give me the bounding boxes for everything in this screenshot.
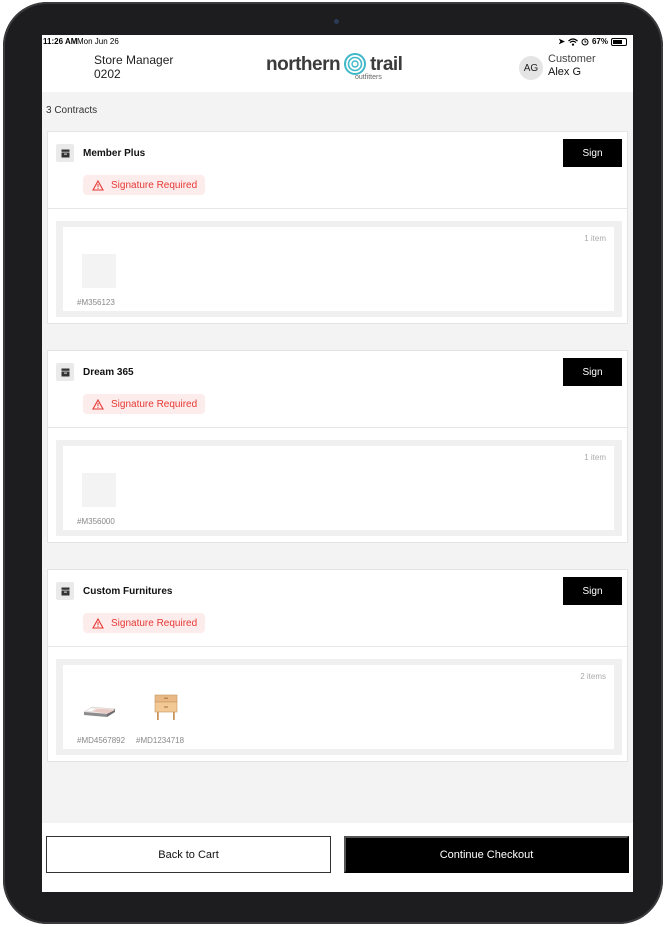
bed-icon[interactable] — [82, 692, 116, 726]
status-date: Mon Jun 26 — [77, 37, 119, 46]
item-count: 1 item — [584, 453, 606, 462]
status-badge: Signature Required — [83, 394, 206, 414]
header-bar: 11:26 AM Mon Jun 26 ➤ 67% Store Manager … — [42, 35, 633, 92]
nightstand-icon[interactable] — [149, 692, 183, 726]
back-to-cart-button[interactable]: Back to Cart — [46, 836, 331, 873]
store-id: 0202 — [94, 67, 121, 81]
status-time: 11:26 AM — [43, 37, 78, 46]
sign-button[interactable]: Sign — [563, 358, 622, 386]
sign-button[interactable]: Sign — [563, 577, 622, 605]
contract-doc-icon — [56, 582, 74, 600]
contract-header: Dream 365 Sign Signature Required — [48, 351, 627, 428]
continue-checkout-button[interactable]: Continue Checkout — [344, 836, 629, 873]
contract-items: 2 items #MD4567892 #MD1234718 — [48, 647, 627, 761]
store-info: Store Manager 0202 — [94, 53, 173, 81]
logo-ring-icon — [344, 53, 367, 75]
customer-role: Customer — [548, 53, 596, 65]
contract-doc-icon — [56, 363, 74, 381]
contract-title: Member Plus — [83, 148, 146, 159]
contracts-count: 3 Contracts — [46, 105, 98, 116]
items-inner: 2 items #MD4567892 #MD1234718 — [63, 665, 614, 749]
store-role: Store Manager — [94, 53, 174, 67]
customer-name: Alex G — [548, 66, 582, 78]
screen: 11:26 AM Mon Jun 26 ➤ 67% Store Manager … — [42, 35, 633, 892]
contract-items: 1 item #M356123 — [48, 209, 627, 323]
brand-logo: northern trail outfitters — [266, 53, 403, 83]
contract-card-member-plus: Member Plus Sign Signature Required 1 it… — [47, 131, 628, 324]
logo-subtitle: outfitters — [355, 74, 382, 81]
item-sku: #MD4567892 — [77, 736, 126, 745]
items-inner: 1 item #M356000 — [63, 446, 614, 530]
warning-icon — [92, 179, 104, 191]
item-count: 2 items — [580, 672, 606, 681]
contract-header: Custom Furnitures Sign Signature Require… — [48, 570, 627, 647]
tablet-frame: 11:26 AM Mon Jun 26 ➤ 67% Store Manager … — [3, 2, 663, 924]
status-right: ➤ 67% — [558, 37, 627, 46]
item-sku: #MD1234718 — [136, 736, 185, 745]
status-bar: 11:26 AM Mon Jun 26 ➤ 67% — [42, 37, 633, 49]
wifi-icon — [568, 37, 578, 46]
logo-word-trail: trail — [370, 54, 403, 75]
contract-title: Custom Furnitures — [83, 586, 173, 597]
items-panel: 2 items #MD4567892 #MD1234718 — [56, 659, 622, 755]
battery-icon — [611, 37, 627, 46]
warning-icon — [92, 617, 104, 629]
status-badge: Signature Required — [83, 613, 206, 633]
contract-doc-icon — [56, 144, 74, 162]
status-badge: Signature Required — [83, 175, 206, 195]
footer-bar: Back to Cart Continue Checkout — [42, 823, 633, 892]
contract-items: 1 item #M356000 — [48, 428, 627, 542]
contract-header: Member Plus Sign Signature Required — [48, 132, 627, 209]
sign-button[interactable]: Sign — [563, 139, 622, 167]
battery-percent: 67% — [591, 37, 608, 46]
item-count: 1 item — [584, 234, 606, 243]
contract-card-custom-furnitures: Custom Furnitures Sign Signature Require… — [47, 569, 628, 762]
avatar[interactable]: AG — [519, 56, 543, 80]
alarm-icon — [581, 38, 589, 45]
item-sku: #M356123 — [77, 298, 115, 307]
contract-title: Dream 365 — [83, 367, 134, 378]
status-text: Signature Required — [111, 398, 198, 410]
item-thumbnail[interactable] — [82, 473, 116, 507]
items-inner: 1 item #M356123 — [63, 227, 614, 311]
customer-info[interactable]: Customer Alex G — [548, 53, 596, 79]
item-thumbnail[interactable] — [82, 254, 116, 288]
logo-word-northern: northern — [266, 54, 341, 75]
status-text: Signature Required — [111, 179, 198, 191]
warning-icon — [92, 398, 104, 410]
camera-dot — [334, 19, 339, 24]
items-panel: 1 item #M356123 — [56, 221, 622, 317]
location-icon: ➤ — [558, 37, 565, 46]
status-text: Signature Required — [111, 617, 198, 629]
contract-card-dream-365: Dream 365 Sign Signature Required 1 item… — [47, 350, 628, 543]
items-panel: 1 item #M356000 — [56, 440, 622, 536]
item-sku: #M356000 — [77, 517, 115, 526]
